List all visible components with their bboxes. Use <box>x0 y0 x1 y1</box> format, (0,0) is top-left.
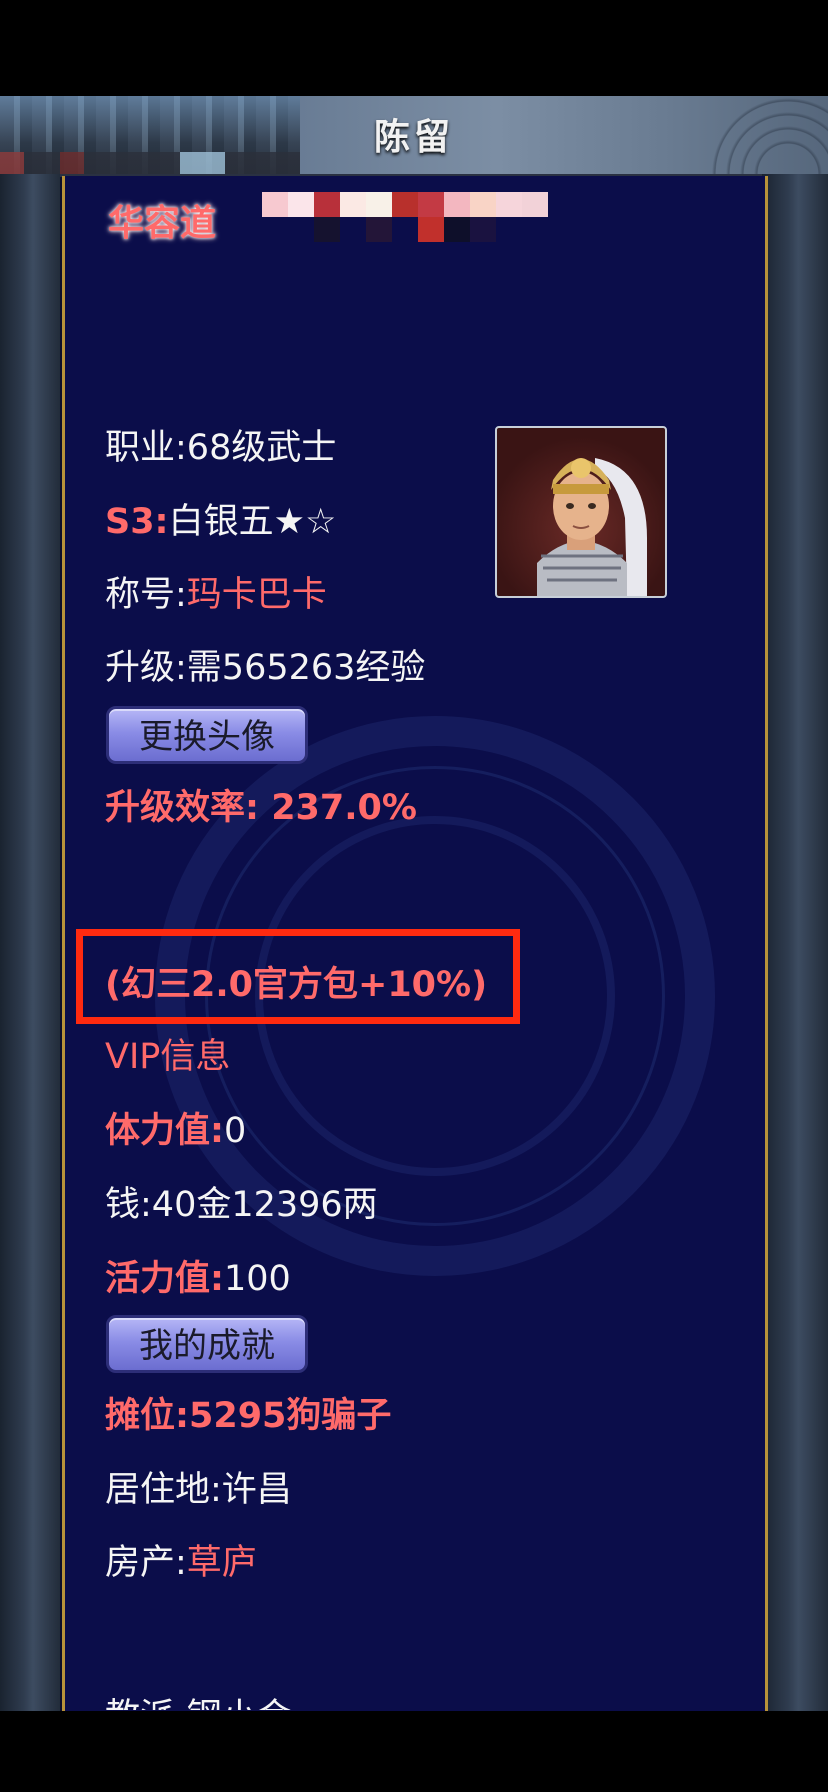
upgrade-line: 升级:需565263经验 <box>105 648 426 688</box>
warrior-portrait-icon <box>537 458 647 596</box>
stamina-line: 体力值:0 <box>105 1111 247 1151</box>
game-screen: 陈留 华容道 职业:68级武士 S3:白银五★☆ 称号:玛卡巴卡 升级:需565… <box>0 96 828 1711</box>
residence-line: 居住地:许昌 <box>105 1470 292 1510</box>
vitality-line: 活力值:100 <box>105 1259 291 1299</box>
header-title: 陈留 <box>373 117 454 158</box>
efficiency-line: 升级效率: 237.0% <box>105 788 417 828</box>
stall-line[interactable]: 摊位:5295狗骗子 <box>105 1387 391 1438</box>
left-pillar <box>0 174 60 1711</box>
right-pillar <box>762 174 828 1711</box>
job-line: 职业:68级武士 <box>105 428 337 468</box>
season-rank-line: S3:白银五★☆ <box>105 502 337 542</box>
efficiency-note: (幻三2.0官方包+10%) <box>105 965 488 1005</box>
vip-info-link[interactable]: VIP信息 <box>105 1028 230 1079</box>
header-bar: 陈留 <box>0 96 828 177</box>
change-avatar-button[interactable]: 更换头像 <box>106 706 308 764</box>
faction-line-partial: 教派:钢小会 <box>105 1688 292 1710</box>
property-line: 房产:草庐 <box>105 1543 257 1583</box>
avatar[interactable] <box>495 426 667 598</box>
achievements-button[interactable]: 我的成就 <box>106 1315 308 1373</box>
money-line: 钱:40金12396两 <box>105 1185 378 1225</box>
route-label: 华容道 <box>108 203 217 244</box>
redacted-text <box>262 192 652 242</box>
title-line: 称号:玛卡巴卡 <box>105 575 327 615</box>
